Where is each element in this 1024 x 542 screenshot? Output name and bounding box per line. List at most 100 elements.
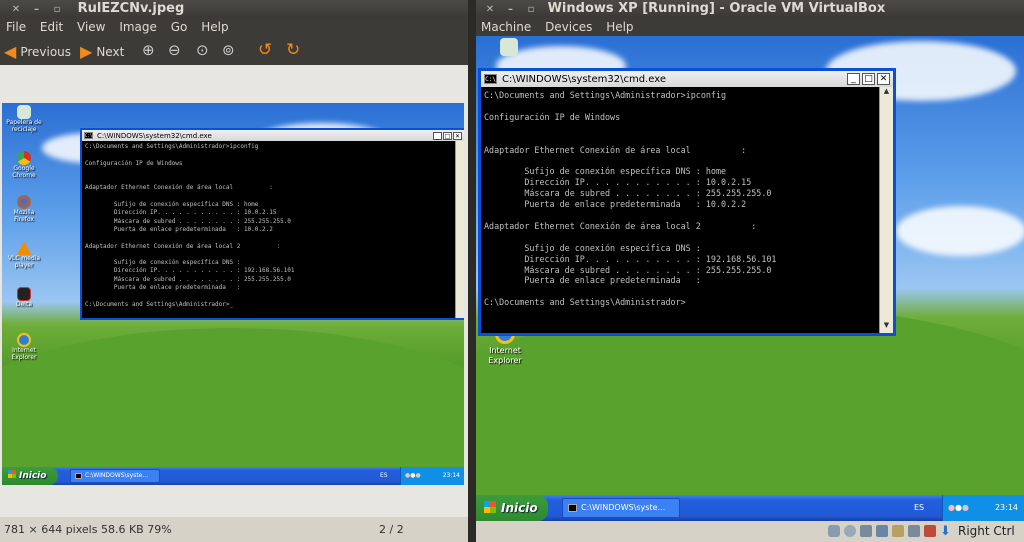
desktop-icon-firefox[interactable]: Mozilla Firefox xyxy=(4,195,44,223)
language-indicator[interactable]: ES xyxy=(380,467,388,485)
cmd-icon: C:\ xyxy=(484,74,497,84)
minimize-icon[interactable]: – xyxy=(505,4,517,16)
close-icon[interactable]: ✕ xyxy=(10,4,22,16)
rotate-left-icon[interactable]: ↺ xyxy=(258,40,272,60)
zoom-out-icon[interactable]: ⊖ xyxy=(168,41,181,59)
menu-help[interactable]: Help xyxy=(201,20,228,34)
menu-file[interactable]: File xyxy=(6,20,26,34)
image-viewer-window: ✕ – ▫ RulEZCNv.jpeg File Edit View Image… xyxy=(0,0,468,542)
zoom-in-icon[interactable]: ⊕ xyxy=(142,41,155,59)
vbox-menubar: Machine Devices Help xyxy=(476,18,1024,36)
scroll-down-icon[interactable]: ▼ xyxy=(880,321,893,333)
arrow-right-icon: ▶ xyxy=(80,42,93,61)
desktop-icon-vlc[interactable]: VLC media player xyxy=(4,241,44,269)
windows-logo-icon xyxy=(484,501,496,513)
maximize-button[interactable]: □ xyxy=(443,131,452,140)
desktop-icon-recycle-bin[interactable] xyxy=(494,38,524,56)
vbox-titlebar: ✕ – ▫ Windows XP [Running] - Oracle VM V… xyxy=(476,0,1024,18)
minimize-button[interactable]: _ xyxy=(847,73,860,85)
page-indicator: 2 / 2 xyxy=(379,523,404,536)
arrow-left-icon: ◀ xyxy=(4,42,17,61)
menu-view[interactable]: View xyxy=(77,20,105,34)
maximize-icon[interactable]: ▫ xyxy=(51,4,63,16)
recycle-bin-icon xyxy=(17,105,31,119)
cmd-output: C:\Documents and Settings\Administrador>… xyxy=(484,90,777,308)
virtualbox-window: ✕ – ▫ Windows XP [Running] - Oracle VM V… xyxy=(476,0,1024,542)
clock: 23:14 xyxy=(994,503,1018,512)
optical-drive-icon[interactable] xyxy=(844,525,856,537)
viewer-toolbar: ◀ Previous ▶ Next ⊕ ⊖ ⊙ ⊚ ↺ ↻ xyxy=(0,37,468,65)
windows-logo-icon xyxy=(8,470,16,478)
desktop-icon-chrome[interactable]: Google Chrome xyxy=(4,151,44,179)
cmd-scrollbar[interactable] xyxy=(455,141,464,318)
zoom-normal-icon[interactable]: ⊙ xyxy=(196,41,209,59)
zoom-fit-icon[interactable]: ⊚ xyxy=(222,41,235,59)
close-button[interactable]: ✕ xyxy=(453,131,462,140)
firefox-icon xyxy=(17,195,31,209)
cmd-window: C:\ C:\WINDOWS\system32\cmd.exe _ □ ✕ C:… xyxy=(80,128,464,320)
display-icon[interactable] xyxy=(908,525,920,537)
viewer-statusbar: 781 × 644 pixels 58.6 KB 79% 2 / 2 xyxy=(0,517,468,542)
desktop-icon-recycle-bin[interactable]: Papelera de reciclaje xyxy=(4,105,44,133)
internet-explorer-icon xyxy=(17,333,31,347)
host-key-label: Right Ctrl xyxy=(958,524,1015,538)
previous-button[interactable]: ◀ Previous xyxy=(4,42,71,61)
xp-taskbar: Inicio C:\WINDOWS\syste... ES ●●● 23:14 xyxy=(2,467,464,485)
tray-icons[interactable]: ● xyxy=(948,503,955,512)
displayed-image: Papelera de reciclaje Google Chrome Mozi… xyxy=(2,103,464,485)
start-button[interactable]: Inicio xyxy=(476,495,548,521)
system-tray: ●●● 23:14 xyxy=(400,467,464,485)
delta-icon xyxy=(17,287,31,301)
menu-image[interactable]: Image xyxy=(119,20,157,34)
menu-machine[interactable]: Machine xyxy=(481,20,531,34)
viewer-title: RulEZCNv.jpeg xyxy=(77,1,185,16)
recycle-bin-icon xyxy=(500,38,518,56)
cmd-window: C:\ C:\WINDOWS\system32\cmd.exe _ □ ✕ C:… xyxy=(478,68,896,336)
cmd-icon xyxy=(75,472,82,479)
menu-devices[interactable]: Devices xyxy=(545,20,592,34)
chrome-icon xyxy=(17,151,31,165)
close-button[interactable]: ✕ xyxy=(877,73,890,85)
menu-edit[interactable]: Edit xyxy=(40,20,63,34)
xp-taskbar: Inicio C:\WINDOWS\syste... ES ●●● 23:14 xyxy=(476,495,1024,521)
cmd-icon xyxy=(568,503,577,512)
next-button[interactable]: ▶ Next xyxy=(80,42,124,61)
maximize-icon[interactable]: ▫ xyxy=(525,4,537,16)
image-canvas: Papelera de reciclaje Google Chrome Mozi… xyxy=(0,65,468,517)
cmd-icon: C:\ xyxy=(84,132,93,139)
cmd-output: C:\Documents and Settings\Administrador>… xyxy=(85,143,295,308)
system-tray: ●●● 23:14 xyxy=(942,495,1024,521)
menu-go[interactable]: Go xyxy=(171,20,188,34)
minimize-button[interactable]: _ xyxy=(433,131,442,140)
network-icon[interactable] xyxy=(876,525,888,537)
host-key-arrow-icon: ⬇ xyxy=(940,524,951,539)
viewer-menubar: File Edit View Image Go Help xyxy=(0,18,468,36)
scroll-up-icon[interactable]: ▲ xyxy=(880,87,893,99)
guest-desktop[interactable]: Internet Explorer C:\ C:\WINDOWS\system3… xyxy=(476,36,1024,521)
menu-help[interactable]: Help xyxy=(606,20,633,34)
window-divider xyxy=(468,0,476,542)
cmd-titlebar: C:\ C:\WINDOWS\system32\cmd.exe _ □ ✕ xyxy=(82,130,464,141)
desktop-icon-delta[interactable]: Delta xyxy=(4,287,44,308)
shared-folders-icon[interactable] xyxy=(892,525,904,537)
mouse-integration-icon[interactable] xyxy=(924,525,936,537)
cmd-titlebar: C:\ C:\WINDOWS\system32\cmd.exe _ □ ✕ xyxy=(481,71,893,87)
maximize-button[interactable]: □ xyxy=(862,73,875,85)
taskbar-cmd-button[interactable]: C:\WINDOWS\syste... xyxy=(70,469,160,483)
viewer-titlebar: ✕ – ▫ RulEZCNv.jpeg xyxy=(0,0,468,18)
desktop-icon-ie[interactable]: Internet Explorer xyxy=(4,333,44,361)
language-indicator[interactable]: ES xyxy=(914,495,924,521)
vbox-title: Windows XP [Running] - Oracle VM Virtual… xyxy=(547,1,886,16)
hdd-icon[interactable] xyxy=(828,525,840,537)
cmd-scrollbar[interactable]: ▲ ▼ xyxy=(879,87,893,333)
clock: 23:14 xyxy=(442,472,460,479)
device-indicators xyxy=(828,525,936,537)
taskbar-cmd-button[interactable]: C:\WINDOWS\syste... xyxy=(562,498,680,518)
vlc-cone-icon xyxy=(17,241,31,255)
usb-icon[interactable] xyxy=(860,525,872,537)
rotate-right-icon[interactable]: ↻ xyxy=(286,40,300,60)
minimize-icon[interactable]: – xyxy=(31,4,43,16)
image-info: 781 × 644 pixels 58.6 KB 79% xyxy=(4,523,172,536)
close-icon[interactable]: ✕ xyxy=(484,4,496,16)
start-button[interactable]: Inicio xyxy=(2,467,58,485)
